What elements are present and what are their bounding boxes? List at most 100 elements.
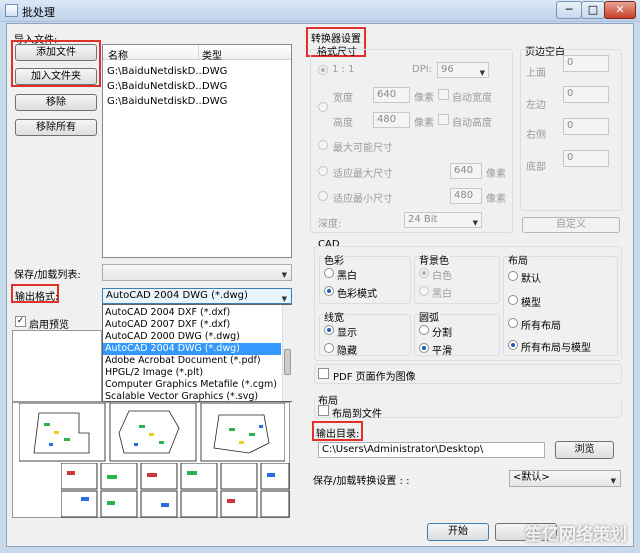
table-row[interactable]: G:\BaiduNetdiskD...	[107, 81, 205, 92]
auto-height-label: 自动高度	[452, 118, 492, 129]
fit-min-label: 适应最小尺寸	[333, 194, 393, 205]
maximize-button[interactable]: □	[581, 1, 605, 19]
close-button[interactable]: ✕	[604, 1, 636, 19]
arc-smooth-radio[interactable]	[419, 343, 429, 353]
cad-layout-title: 布局	[507, 252, 529, 267]
margin-top-label: 上面	[526, 68, 546, 79]
layout-default-label: 默认	[521, 274, 541, 285]
row-type: DWG	[202, 81, 228, 92]
max-size-radio[interactable]	[318, 140, 328, 150]
layout-all-radio[interactable]	[508, 318, 518, 328]
save-load-list-combo[interactable]: ▼	[102, 264, 292, 281]
layout-to-file-label: 布局到文件	[332, 409, 382, 420]
row-type: DWG	[202, 66, 228, 77]
format-option[interactable]: Adobe Acrobat Document (*.pdf)	[103, 355, 281, 367]
height-label: 高度	[333, 118, 353, 129]
table-row[interactable]: G:\BaiduNetdiskD...	[107, 66, 205, 77]
width-label: 宽度	[333, 93, 353, 104]
column-name[interactable]: 名称	[108, 47, 128, 62]
auto-width-checkbox[interactable]	[438, 89, 449, 100]
lineweight-hide-label: 隐藏	[337, 346, 357, 357]
layout-all-model-label: 所有布局与模型	[521, 343, 591, 354]
format-option[interactable]: AutoCAD 2004 DXF (*.dxf)	[103, 307, 281, 319]
height-input[interactable]: 480	[373, 112, 410, 128]
remove-all-button[interactable]: 移除所有	[15, 119, 97, 136]
arc-title: 圆弧	[418, 309, 440, 324]
format-option[interactable]: AutoCAD 2000 DWG (*.dwg)	[103, 331, 281, 343]
background-title: 背景色	[418, 252, 450, 267]
depth-combo[interactable]: 24 Bit ▼	[404, 212, 482, 228]
arc-segment-radio[interactable]	[419, 325, 429, 335]
arc-segment-label: 分割	[432, 328, 452, 339]
depth-label: 深度:	[318, 219, 342, 230]
margin-bottom-input[interactable]: 0	[563, 150, 609, 167]
lineweight-title: 线宽	[323, 309, 345, 324]
margin-right-label: 右侧	[526, 130, 546, 141]
color-mode-radio[interactable]	[324, 286, 334, 296]
custom-button[interactable]: 自定义	[522, 217, 620, 233]
fit-max-label: 适应最大尺寸	[333, 169, 393, 180]
one-to-one-label: 1 : 1	[332, 64, 355, 75]
bg-white-radio[interactable]	[419, 268, 429, 278]
output-format-combo[interactable]: AutoCAD 2004 DWG (*.dwg) ▼	[102, 288, 292, 304]
lineweight-show-label: 显示	[337, 328, 357, 339]
format-option[interactable]: Computer Graphics Metafile (*.cgm)	[103, 379, 281, 391]
layout-to-file-checkbox[interactable]	[318, 405, 329, 416]
save-settings-combo[interactable]: <默认> ▼	[509, 470, 621, 487]
layout-default-radio[interactable]	[508, 271, 518, 281]
bg-black-radio[interactable]	[419, 286, 429, 296]
black-white-label: 黑白	[337, 271, 357, 282]
layout-model-label: 模型	[521, 298, 541, 309]
minimize-button[interactable]: ─	[556, 1, 582, 19]
watermark-text: 笙亿网络策划	[525, 525, 627, 545]
format-option[interactable]: AutoCAD 2007 DXF (*.dxf)	[103, 319, 281, 331]
add-file-button[interactable]: 添加文件	[15, 44, 97, 61]
height-pixel-label: 像素	[414, 118, 434, 129]
layout-all-model-radio[interactable]	[508, 340, 518, 350]
start-button[interactable]: 开始	[427, 523, 489, 541]
add-folder-button[interactable]: 加入文件夹	[15, 68, 97, 85]
color-title: 色彩	[323, 252, 345, 267]
width-input[interactable]: 640	[373, 87, 410, 103]
one-to-one-radio[interactable]	[318, 65, 328, 75]
pdf-image-checkbox[interactable]	[318, 368, 329, 379]
fit-max-input[interactable]: 640	[450, 163, 482, 179]
format-option-selected[interactable]: AutoCAD 2004 DWG (*.dwg)	[103, 343, 281, 355]
fit-max-pixel-label: 像素	[486, 169, 506, 180]
chevron-down-icon: ▼	[479, 69, 485, 77]
preview-checkbox[interactable]: ✓	[15, 316, 26, 327]
drawing-thumbnails-small	[61, 463, 290, 518]
output-dir-input[interactable]: C:\Users\Administrator\Desktop\	[318, 442, 545, 458]
dpi-combo[interactable]: 96 ▼	[437, 62, 489, 78]
dropdown-list: AutoCAD 2004 DXF (*.dxf) AutoCAD 2007 DX…	[103, 307, 281, 403]
fit-max-radio[interactable]	[318, 166, 328, 176]
auto-width-label: 自动宽度	[452, 93, 492, 104]
output-format-dropdown[interactable]: AutoCAD 2004 DXF (*.dxf) AutoCAD 2007 DX…	[102, 304, 292, 402]
layout-model-radio[interactable]	[508, 295, 518, 305]
lineweight-hide-radio[interactable]	[324, 343, 334, 353]
lineweight-show-radio[interactable]	[324, 325, 334, 335]
margin-top-input[interactable]: 0	[563, 55, 609, 72]
file-list-header: 名称 类型	[103, 45, 291, 62]
width-pixel-label: 像素	[414, 93, 434, 104]
scrollbar-thumb[interactable]	[284, 349, 291, 375]
window-title: 批处理	[22, 6, 55, 19]
format-option[interactable]: HPGL/2 Image (*.plt)	[103, 367, 281, 379]
fit-min-radio[interactable]	[318, 191, 328, 201]
thumbnail-strip	[12, 402, 290, 518]
fit-min-input[interactable]: 480	[450, 188, 482, 204]
dropdown-scrollbar[interactable]	[282, 305, 292, 401]
auto-height-checkbox[interactable]	[438, 114, 449, 125]
column-type[interactable]: 类型	[202, 47, 222, 62]
black-white-radio[interactable]	[324, 268, 334, 278]
margin-left-input[interactable]: 0	[563, 86, 609, 103]
chevron-down-icon: ▼	[472, 219, 478, 227]
table-row[interactable]: G:\BaiduNetdiskD...	[107, 96, 205, 107]
bg-white-label: 白色	[432, 271, 452, 282]
remove-button[interactable]: 移除	[15, 94, 97, 111]
fit-min-pixel-label: 像素	[486, 194, 506, 205]
browse-button[interactable]: 浏览	[555, 441, 614, 459]
custom-size-radio[interactable]	[318, 102, 328, 112]
file-list[interactable]: 名称 类型 G:\BaiduNetdiskD... DWG G:\BaiduNe…	[102, 44, 292, 258]
margin-right-input[interactable]: 0	[563, 118, 609, 135]
